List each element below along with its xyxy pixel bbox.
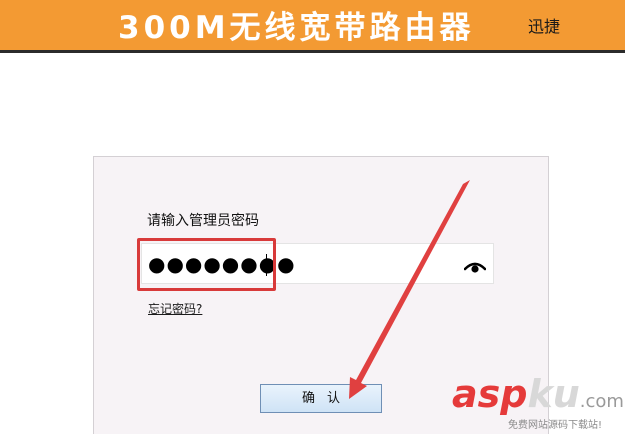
watermark-ku: ku [527,372,580,416]
header-bar: 300M无线宽带路由器 迅捷 [0,0,625,50]
red-highlight-box [137,238,276,291]
watermark-com: .com [579,391,624,412]
brand-name: 迅捷 [528,17,561,36]
header-divider [0,50,625,53]
router-login-page: 300M无线宽带路由器 迅捷 请输入管理员密码 ●●●●●●●● 忘记密码? 确… [0,0,625,434]
watermark-subtitle: 免费网站源码下载站! [508,420,603,431]
password-prompt-label: 请输入管理员密码 [147,213,259,229]
watermark-asp: asp [452,372,528,416]
forgot-password-link[interactable]: 忘记密码? [148,300,202,317]
eye-icon[interactable] [464,258,486,274]
confirm-button[interactable]: 确认 [260,384,382,413]
router-title: 300M无线宽带路由器 [118,10,475,46]
